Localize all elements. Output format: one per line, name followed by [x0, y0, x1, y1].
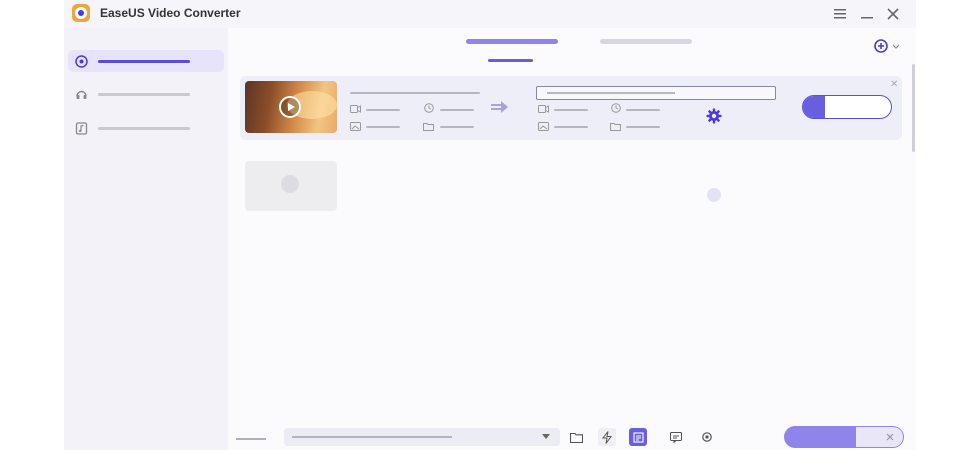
- app-title: EaseUS Video Converter: [100, 6, 241, 20]
- video-thumbnail: [245, 161, 337, 211]
- output-format: [554, 109, 588, 111]
- sidebar-item-audio-converter[interactable]: [68, 83, 224, 105]
- output-format-selector[interactable]: [536, 86, 776, 100]
- video-icon: [350, 105, 361, 113]
- video-converter-icon: [74, 54, 88, 68]
- sidebar-item-music-file[interactable]: [68, 117, 224, 139]
- easeus-logo-icon: [72, 4, 90, 22]
- play-icon[interactable]: [279, 96, 301, 118]
- settings-icon[interactable]: [698, 428, 716, 446]
- title-bar: EaseUS Video Converter: [64, 0, 916, 28]
- play-icon: [281, 175, 299, 193]
- convert-button[interactable]: [802, 95, 892, 119]
- sidebar-item-label: [98, 59, 190, 63]
- output-path-selector[interactable]: [284, 428, 560, 446]
- resolution-icon: [350, 121, 361, 131]
- convert-arrow-icon: [491, 101, 508, 113]
- video-thumbnail: [245, 81, 337, 133]
- sidebar-item-label: [98, 126, 190, 130]
- tab-active-indicator: [488, 59, 533, 62]
- close-icon[interactable]: [884, 5, 902, 23]
- folder-icon: [610, 122, 621, 131]
- output-duration: [626, 109, 660, 111]
- clock-icon: [610, 103, 621, 113]
- convert-progress-fill: [803, 96, 825, 118]
- subtitle-icon[interactable]: [667, 428, 685, 446]
- close-icon: [886, 433, 894, 441]
- gear-icon: [707, 188, 721, 202]
- bottom-bar: [64, 422, 916, 450]
- source-size: [440, 126, 474, 128]
- source-format: [366, 109, 400, 111]
- source-file-name: [350, 92, 480, 94]
- add-file-icon: [874, 39, 888, 53]
- source-resolution: [366, 126, 400, 128]
- start-all-options[interactable]: [856, 427, 903, 447]
- gpu-acceleration-icon[interactable]: [598, 428, 616, 446]
- sidebar-item-video-converter[interactable]: [68, 50, 224, 72]
- output-size: [626, 126, 660, 128]
- output-resolution: [554, 126, 588, 128]
- file-card-placeholder: [240, 160, 902, 216]
- folder-icon[interactable]: [567, 428, 585, 446]
- merge-icon[interactable]: [629, 428, 647, 446]
- start-all-button[interactable]: [784, 426, 904, 448]
- app-window: EaseUS Video Converter ✕: [64, 0, 916, 450]
- clock-icon: [423, 103, 434, 113]
- main-content: ✕: [228, 28, 916, 450]
- scrollbar[interactable]: [912, 64, 915, 152]
- tab-finished[interactable]: [600, 39, 692, 44]
- output-path-label: [236, 438, 266, 440]
- file-card: ✕: [240, 76, 902, 140]
- music-file-icon: [74, 121, 88, 135]
- folder-icon: [423, 122, 434, 131]
- minimize-icon[interactable]: [858, 5, 876, 23]
- dropdown-arrow-icon: [542, 434, 550, 439]
- sidebar: [64, 28, 228, 450]
- add-file-button[interactable]: [874, 38, 904, 54]
- source-duration: [440, 109, 474, 111]
- tab-converting[interactable]: [466, 39, 558, 44]
- gear-icon[interactable]: [706, 108, 722, 124]
- audio-converter-icon: [74, 87, 88, 101]
- resolution-icon: [538, 121, 549, 131]
- video-icon: [538, 105, 549, 113]
- close-icon[interactable]: ✕: [890, 79, 898, 90]
- menu-icon[interactable]: [831, 5, 849, 23]
- chevron-down-icon: [892, 44, 900, 49]
- sidebar-item-label: [98, 92, 190, 96]
